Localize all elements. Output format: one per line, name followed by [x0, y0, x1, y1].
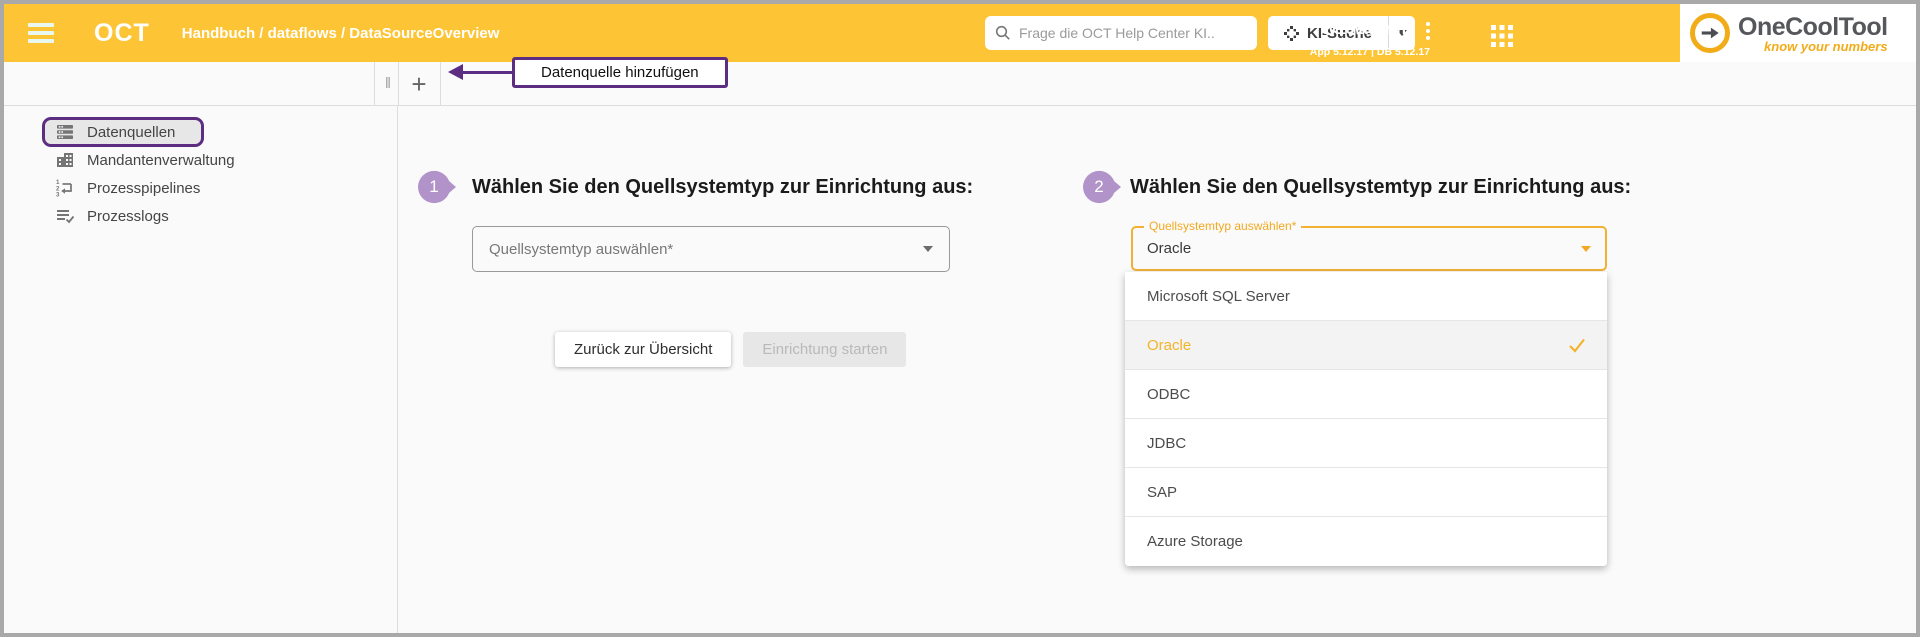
search-input[interactable] [1019, 25, 1247, 41]
sidebar-item-label: Prozesslogs [87, 208, 169, 225]
option-label: Microsoft SQL Server [1147, 288, 1290, 305]
app-title: OCT [94, 19, 150, 48]
annotation-callout: Datenquelle hinzufügen [512, 57, 728, 88]
sidebar-item-label: Datenquellen [87, 124, 175, 141]
apps-grid-icon[interactable] [1490, 24, 1514, 48]
option-oracle[interactable]: Oracle [1125, 321, 1607, 370]
option-label: SAP [1147, 484, 1177, 501]
option-label: Azure Storage [1147, 533, 1243, 550]
chevron-down-icon [1581, 246, 1591, 252]
start-setup-button[interactable]: Einrichtung starten [743, 332, 906, 367]
step-2-number: 2 [1083, 168, 1115, 206]
option-label: ODBC [1147, 386, 1190, 403]
step-1-heading: Wählen Sie den Quellsystemtyp zur Einric… [472, 176, 973, 199]
header-bar: OCT Handbuch / dataflows / DataSourceOve… [4, 4, 1916, 62]
main-content: 1 Wählen Sie den Quellsystemtyp zur Einr… [398, 106, 1916, 633]
sidebar-item-datenquellen[interactable]: Datenquellen [4, 118, 397, 146]
option-microsoft-sql-server[interactable]: Microsoft SQL Server [1125, 272, 1607, 321]
chevron-down-icon [923, 246, 933, 252]
pane-resize-handle[interactable]: ‖ [378, 62, 398, 105]
option-sap[interactable]: SAP [1125, 468, 1607, 517]
app-window: OCT Handbuch / dataflows / DataSourceOve… [0, 0, 1920, 637]
help-search-box[interactable] [985, 16, 1257, 50]
annotation-box: Datenquelle hinzufügen [512, 57, 728, 88]
step-1-number: 1 [418, 168, 450, 206]
divider [398, 62, 399, 105]
step-2-marker: 2 [1083, 168, 1121, 206]
select-value: Oracle [1147, 240, 1581, 257]
option-jdbc[interactable]: JDBC [1125, 419, 1607, 468]
sidebar-item-label: Prozesspipelines [87, 180, 200, 197]
option-label: JDBC [1147, 435, 1186, 452]
select-placeholder: Quellsystemtyp auswählen* [489, 241, 923, 258]
arrow-line [462, 71, 512, 74]
divider [440, 62, 441, 105]
user-area: W10\admin App 5.12.17 | DB 5.12.17 [1254, 4, 1434, 62]
back-to-overview-button[interactable]: Zurück zur Übersicht [555, 332, 731, 367]
active-item-highlight: Datenquellen [42, 117, 204, 147]
logo-ring-icon [1690, 13, 1730, 53]
select-floating-label: Quellsystemtyp auswählen* [1144, 219, 1301, 233]
logo-tagline: know your numbers [1764, 40, 1888, 53]
tab-strip: ‖ + [4, 62, 1916, 106]
annotation-label: Datenquelle hinzufügen [541, 64, 699, 81]
quellsystemtyp-select-open[interactable]: Quellsystemtyp auswählen* Oracle [1131, 226, 1607, 271]
add-datasource-button[interactable]: + [400, 62, 438, 105]
version-text: App 5.12.17 | DB 5.12.17 [1310, 46, 1430, 58]
breadcrumb: Handbuch / dataflows / DataSourceOvervie… [182, 25, 500, 42]
header-amber-section: OCT Handbuch / dataflows / DataSourceOve… [4, 4, 1680, 62]
numbered-pipeline-icon: 123 [55, 178, 75, 198]
brand-logo: OneCoolTool know your numbers [1680, 4, 1916, 62]
kebab-menu-icon[interactable] [1426, 22, 1430, 40]
body: Datenquellen Mandantenverwaltung [4, 106, 1916, 633]
building-icon [55, 150, 75, 170]
sidebar: Datenquellen Mandantenverwaltung [4, 106, 398, 633]
hamburger-menu-icon[interactable] [28, 23, 54, 43]
username[interactable]: W10\admin [1322, 21, 1406, 39]
step-1-marker: 1 [418, 168, 456, 206]
select-options-panel: Microsoft SQL Server Oracle ODBC JDBC SA… [1125, 272, 1607, 566]
logo-text-column: OneCoolTool know your numbers [1738, 14, 1888, 53]
divider [374, 62, 375, 105]
storage-icon [55, 122, 75, 142]
check-icon [1567, 335, 1587, 355]
step-2-heading: Wählen Sie den Quellsystemtyp zur Einric… [1130, 176, 1631, 199]
option-azure-storage[interactable]: Azure Storage [1125, 517, 1607, 566]
search-icon [995, 25, 1011, 41]
quellsystemtyp-select-empty[interactable]: Quellsystemtyp auswählen* [472, 226, 950, 272]
logo-name: OneCoolTool [1738, 14, 1888, 40]
sidebar-item-label: Mandantenverwaltung [87, 152, 235, 169]
sidebar-item-prozesslogs[interactable]: Prozesslogs [4, 202, 397, 230]
svg-text:3: 3 [56, 192, 60, 198]
option-label: Oracle [1147, 337, 1191, 354]
option-odbc[interactable]: ODBC [1125, 370, 1607, 419]
playlist-check-icon [55, 206, 75, 226]
sidebar-item-prozesspipelines[interactable]: 123 Prozesspipelines [4, 174, 397, 202]
sidebar-item-mandantenverwaltung[interactable]: Mandantenverwaltung [4, 146, 397, 174]
arrow-left-icon [448, 64, 463, 80]
step-1-buttons: Zurück zur Übersicht Einrichtung starten [555, 332, 906, 367]
